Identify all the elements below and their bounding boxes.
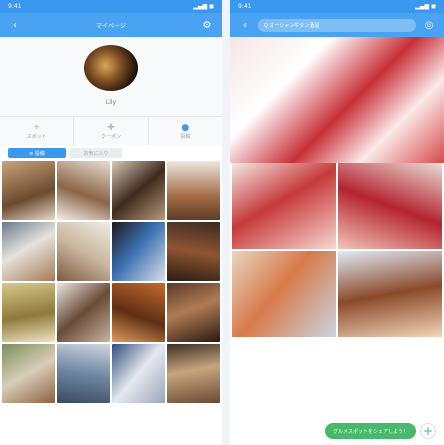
page-title: マイページ — [96, 22, 126, 30]
back-icon[interactable]: ‹ — [238, 20, 252, 31]
nav-bar: ‹ Q オーシャン牛タン酒屋 ◎ — [230, 13, 444, 37]
status-time: 9:41 — [238, 3, 252, 10]
photo-grid — [0, 161, 222, 403]
status-bar: 9:41 ▂▄▆ ◼ — [0, 0, 222, 13]
photo-tile[interactable] — [167, 344, 220, 403]
photo-tile[interactable] — [338, 163, 442, 249]
photo-tile[interactable] — [167, 161, 220, 220]
nav-bar: ‹ マイページ ⚙ — [0, 13, 222, 37]
tab-label: 投稿 — [180, 133, 191, 140]
photo-tile[interactable] — [112, 283, 165, 342]
photo-tile[interactable] — [57, 161, 110, 220]
photo-tile[interactable] — [2, 161, 55, 220]
camera-icon: ● — [181, 122, 190, 133]
username: Lily — [105, 99, 117, 106]
tab-label: スポット — [26, 133, 47, 140]
hero-photo[interactable] — [230, 37, 444, 163]
tab-label: クーポン — [100, 133, 121, 140]
tab-coupon[interactable]: ✚ クーポン — [74, 117, 149, 145]
status-bar: 9:41 ▂▄▆ ◼ — [230, 0, 444, 13]
status-icons: ▂▄▆ ◼ — [193, 3, 214, 10]
photo-tile[interactable] — [112, 222, 165, 281]
avatar[interactable] — [84, 45, 138, 91]
settings-icon[interactable]: ⚙ — [200, 20, 214, 31]
user-icon[interactable]: ◎ — [422, 20, 436, 31]
subtab-posts[interactable]: ≡ 投稿 — [8, 148, 66, 158]
profile-section: Lily ⌖ スポット ✚ クーポン ● 投稿 — [0, 37, 222, 145]
photo-tile[interactable] — [57, 222, 110, 281]
subtab-bar: ≡ 投稿 お気に入り — [0, 145, 222, 161]
photo-tile[interactable] — [2, 222, 55, 281]
photo-tile[interactable] — [57, 283, 110, 342]
photo-grid — [230, 163, 444, 337]
location-pin-icon: ⌖ — [34, 122, 40, 133]
share-spot-button[interactable]: グルメスポットをシェアしよう！ — [324, 423, 416, 439]
search-input[interactable]: Q オーシャン牛タン酒屋 — [258, 18, 416, 32]
photo-tile[interactable] — [232, 163, 336, 249]
photo-tile[interactable] — [57, 344, 110, 403]
photo-tile[interactable] — [338, 251, 442, 337]
mypage-screen: 9:41 ▂▄▆ ◼ ‹ マイページ ⚙ Lily ⌖ スポット ✚ クーポン … — [0, 0, 222, 445]
search-results-screen: 9:41 ▂▄▆ ◼ ‹ Q オーシャン牛タン酒屋 ◎ グルメスポットをシェアし… — [230, 0, 444, 445]
tab-spot[interactable]: ⌖ スポット — [0, 117, 75, 145]
photo-tile[interactable] — [112, 344, 165, 403]
subtab-favorites[interactable]: お気に入り — [70, 148, 122, 158]
back-icon[interactable]: ‹ — [8, 20, 22, 31]
status-icons: ▂▄▆ ◼ — [415, 3, 436, 10]
photo-tile[interactable] — [112, 161, 165, 220]
status-time: 9:41 — [8, 3, 22, 10]
photo-tile[interactable] — [2, 283, 55, 342]
add-post-button[interactable]: + — [420, 423, 436, 439]
coupon-icon: ✚ — [107, 122, 115, 133]
tab-posts[interactable]: ● 投稿 — [149, 117, 222, 145]
photo-tile[interactable] — [2, 344, 55, 403]
bottom-bar: グルメスポットをシェアしよう！ + — [230, 405, 444, 445]
photo-tile[interactable] — [167, 283, 220, 342]
photo-tile[interactable] — [167, 222, 220, 281]
profile-tabs: ⌖ スポット ✚ クーポン ● 投稿 — [0, 116, 222, 145]
photo-tile[interactable] — [232, 251, 336, 337]
